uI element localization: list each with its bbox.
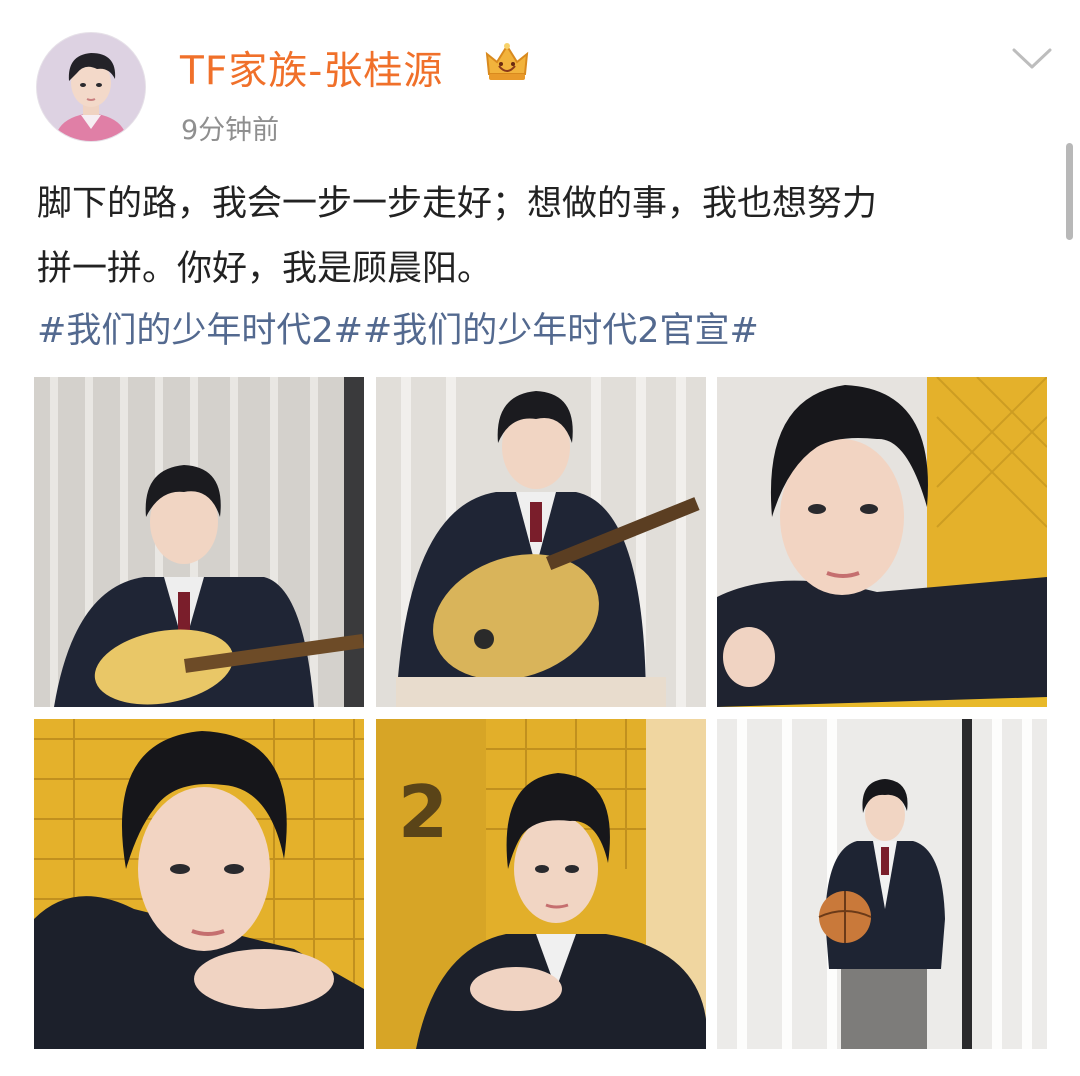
chevron-down-icon[interactable] [1011,44,1053,74]
scrollbar[interactable] [1066,143,1073,240]
locker-number: 2 [398,770,448,854]
photo-image [34,377,364,707]
photo-thumbnail[interactable] [717,377,1047,707]
avatar[interactable] [37,33,145,141]
post-text-line: 拼一拼。你好，我是顾晨阳。 [37,249,493,289]
photo-thumbnail[interactable] [34,377,364,707]
photo-thumbnail[interactable]: 2 [376,719,706,1049]
crown-icon [485,43,529,80]
hashtag-link[interactable]: #我们的少年时代2官宣# [363,311,759,351]
photo-image: 2 [376,719,706,1049]
username[interactable]: TF家族-张桂源 [180,40,443,96]
photo-thumbnail[interactable] [717,719,1047,1049]
photo-image [34,719,364,1049]
photo-grid: 2 [34,377,1047,1049]
avatar-image [37,33,145,141]
photo-thumbnail[interactable] [376,377,706,707]
photo-image [717,377,1047,707]
post-timestamp: 9分钟前 [181,115,280,146]
post-text-line: 脚下的路，我会一步一步走好；想做的事，我也想努力 [37,184,878,224]
photo-thumbnail[interactable] [34,719,364,1049]
photo-image [717,719,1047,1049]
hashtag-row: #我们的少年时代2##我们的少年时代2官宣# [37,303,759,359]
hashtag-link[interactable]: #我们的少年时代2# [37,311,363,351]
photo-image [376,377,706,707]
post-text: 脚下的路，我会一步一步走好；想做的事，我也想努力 拼一拼。你好，我是顾晨阳。 [37,172,1037,302]
